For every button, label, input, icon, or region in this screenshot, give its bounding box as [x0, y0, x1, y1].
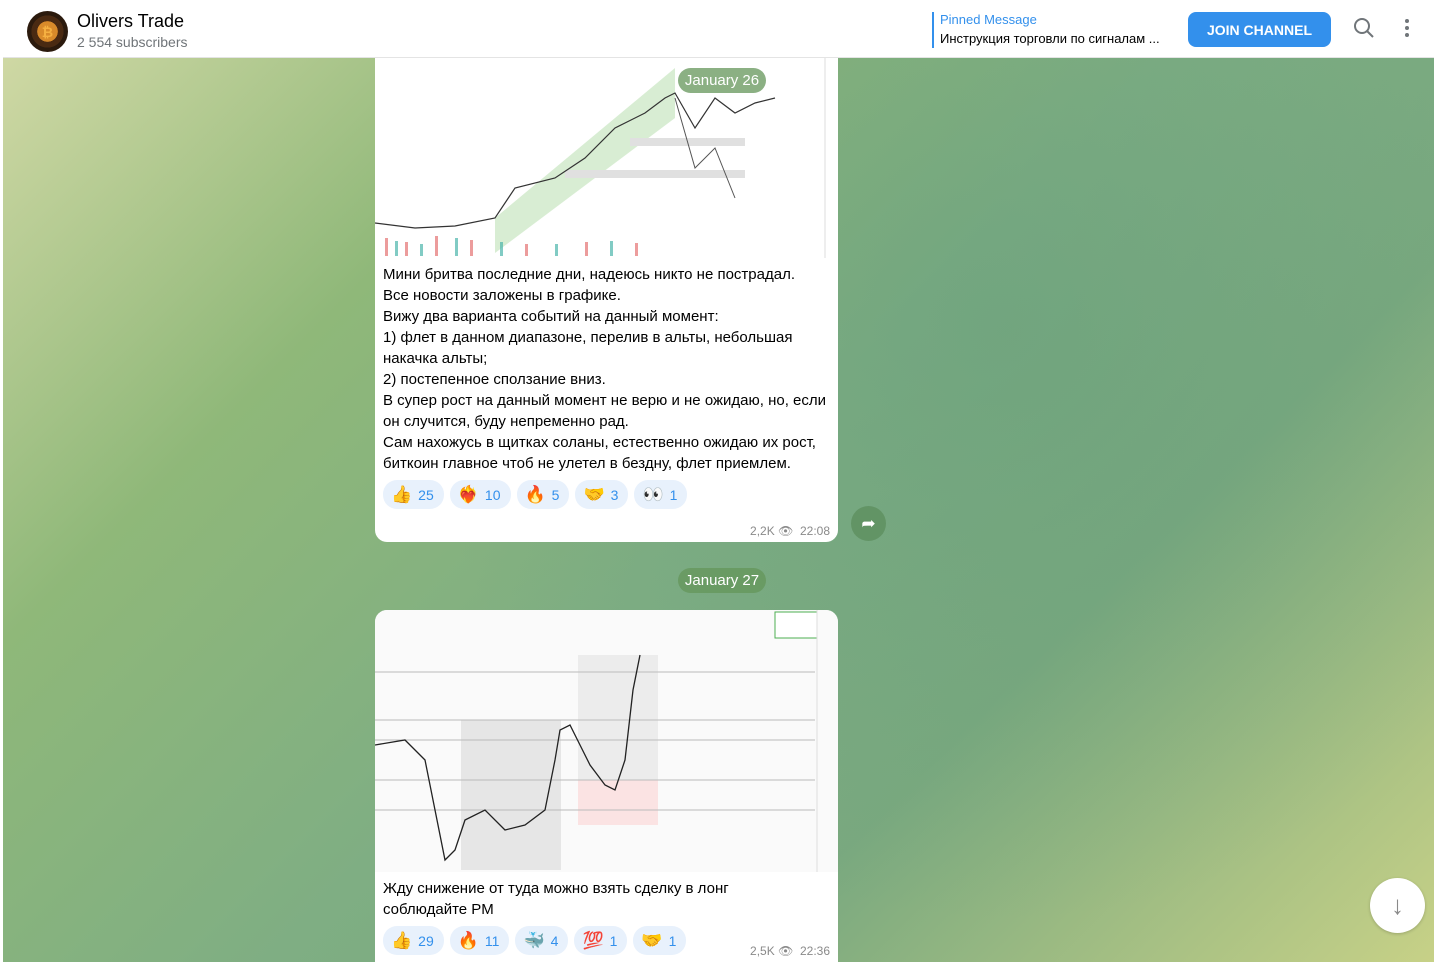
reaction-hundred[interactable]: 💯 1 [574, 926, 628, 955]
view-count: 2,5K [750, 944, 775, 958]
message-time: 22:08 [799, 524, 830, 538]
share-icon[interactable]: ➦ [851, 506, 886, 541]
reaction-count: 10 [484, 486, 501, 503]
thumbs-up-icon: 👍 [391, 930, 413, 950]
reaction-count: 5 [551, 486, 560, 503]
reaction-count: 1 [669, 486, 678, 503]
reaction-thumbs-up[interactable]: 👍 29 [383, 926, 444, 955]
channel-avatar[interactable]: ₿ [27, 11, 68, 52]
message-meta: 2,5K 👁 22:36 [750, 944, 830, 958]
reaction-handshake[interactable]: 🤝 3 [575, 480, 629, 509]
date-separator: January 27 [678, 568, 766, 593]
reaction-count: 4 [550, 932, 559, 949]
fire-icon: 🔥 [457, 930, 479, 950]
handshake-icon: 🤝 [641, 930, 663, 950]
view-count: 2,2K [750, 524, 775, 538]
reaction-count: 29 [418, 932, 434, 949]
date-separator: January 26 [678, 68, 766, 93]
scroll-down-arrow-icon[interactable]: ↓ [1370, 878, 1425, 933]
reaction-count: 1 [668, 932, 677, 949]
pinned-message[interactable]: Pinned Message Инструкция торговли по си… [932, 12, 1160, 48]
eye-icon: 👁 [778, 944, 794, 958]
reaction-count: 11 [484, 932, 500, 949]
message-text: Жду снижение от туда можно взять сделку … [383, 880, 729, 918]
reaction-thumbs-up[interactable]: 👍 25 [383, 480, 444, 509]
join-channel-button[interactable]: JOIN CHANNEL [1188, 12, 1331, 47]
more-vertical-icon[interactable] [1403, 17, 1411, 45]
reaction-handshake[interactable]: 🤝 1 [633, 926, 687, 955]
pinned-text: Инструкция торговли по сигналам ... [940, 31, 1160, 46]
search-icon[interactable] [1353, 17, 1375, 45]
reaction-count: 3 [610, 486, 619, 503]
reaction-count: 1 [609, 932, 618, 949]
message-bubble: Жду снижение от туда можно взять сделку … [375, 610, 838, 962]
reaction-heart-on-fire[interactable]: ❤️‍🔥 10 [449, 480, 511, 509]
message-text: Мини бритва последние дни, надеюсь никто… [383, 266, 827, 472]
chart-image[interactable] [375, 58, 838, 258]
message-time: 22:36 [799, 944, 830, 958]
pinned-label: Pinned Message [940, 12, 1037, 27]
fire-icon: 🔥 [524, 484, 546, 504]
message-bubble: Мини бритва последние дни, надеюсь никто… [375, 58, 838, 542]
subscriber-count: 2 554 subscribers [77, 34, 188, 50]
channel-header: ₿ Olivers Trade 2 554 subscribers Pinned… [3, 3, 1434, 58]
eye-icon: 👁 [778, 524, 794, 538]
chart-image[interactable] [375, 610, 838, 872]
channel-title[interactable]: Olivers Trade [77, 11, 184, 32]
reaction-count: 25 [418, 486, 434, 503]
eyes-icon: 👀 [642, 484, 664, 504]
whale-icon: 🐳 [523, 930, 545, 950]
reaction-eyes[interactable]: 👀 1 [634, 480, 688, 509]
hundred-icon: 💯 [582, 930, 604, 950]
reaction-fire[interactable]: 🔥 11 [449, 926, 510, 955]
heart-on-fire-icon: ❤️‍🔥 [457, 484, 479, 504]
handshake-icon: 🤝 [583, 484, 605, 504]
reaction-fire[interactable]: 🔥 5 [516, 480, 570, 509]
message-meta: 2,2K 👁 22:08 [750, 524, 830, 538]
thumbs-up-icon: 👍 [391, 484, 413, 504]
reactions: 👍 25 ❤️‍🔥 10 🔥 5 🤝 3 👀 1 [375, 474, 838, 509]
reaction-whale[interactable]: 🐳 4 [515, 926, 569, 955]
